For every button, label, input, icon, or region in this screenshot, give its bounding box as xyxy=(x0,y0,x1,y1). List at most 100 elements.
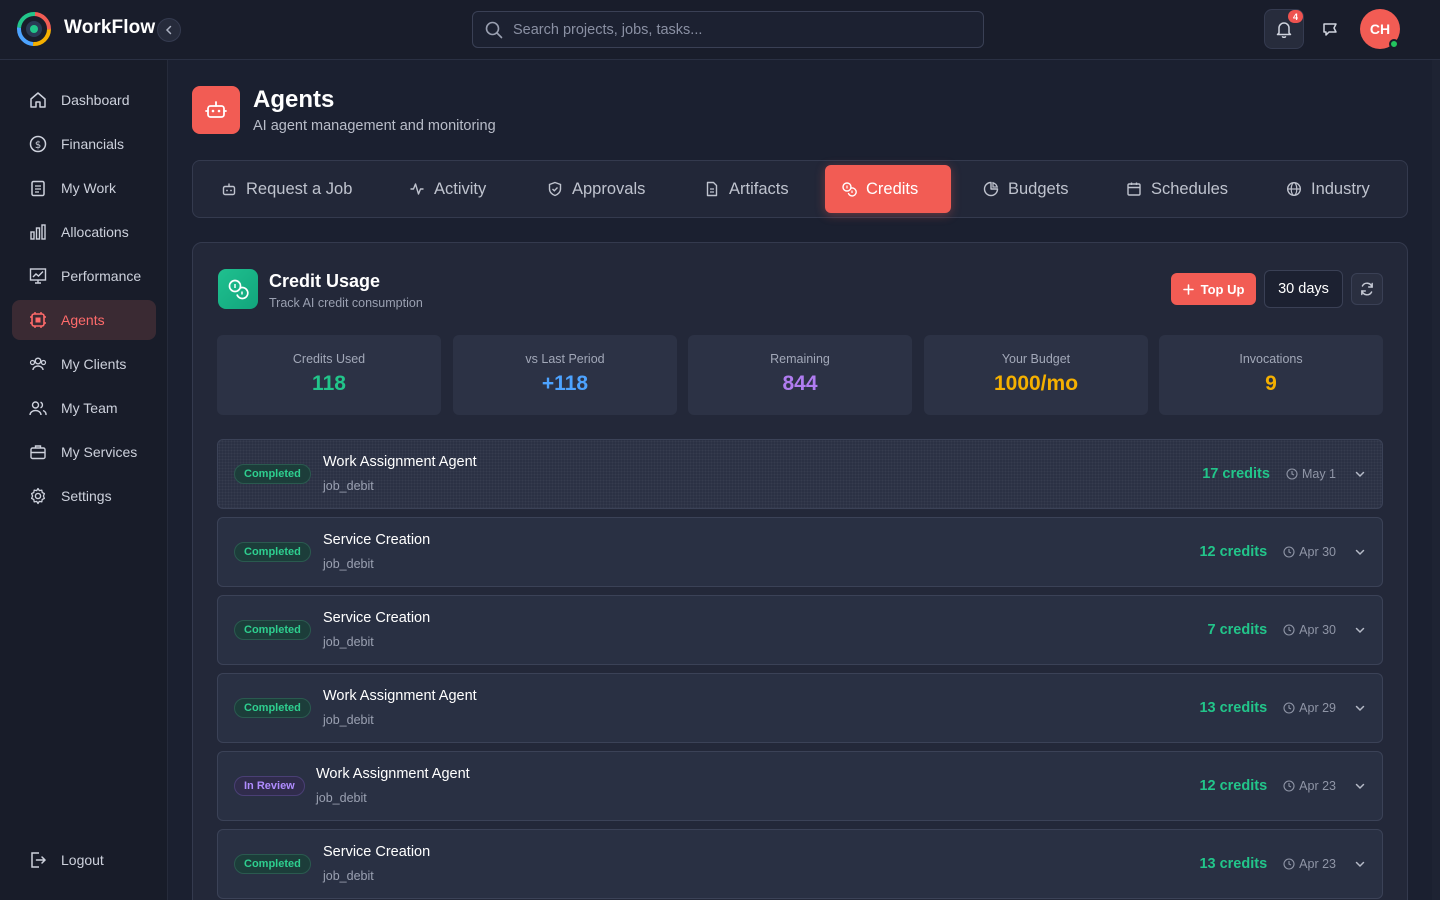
credit-entry-row[interactable]: In Review Work Assignment Agent job_debi… xyxy=(217,751,1383,821)
credit-entry-row[interactable]: Completed Service Creation job_debit 13 … xyxy=(217,829,1383,899)
chevron-down-icon[interactable] xyxy=(1354,624,1366,636)
tab-budgets[interactable]: Budgets xyxy=(967,165,1085,213)
clock-icon xyxy=(1283,702,1295,714)
bot-icon xyxy=(205,101,227,118)
status-badge: Completed xyxy=(234,698,311,718)
sidebar-item-dashboard[interactable]: Dashboard xyxy=(12,80,156,120)
credit-entry-row[interactable]: Completed Service Creation job_debit 12 … xyxy=(217,517,1383,587)
page-title: Agents xyxy=(253,86,335,113)
clipboard-icon xyxy=(31,180,45,197)
tab-schedules[interactable]: Schedules xyxy=(1110,165,1244,213)
bell-icon xyxy=(1276,22,1292,38)
users-icon xyxy=(29,357,47,371)
entry-credits: 12 credits xyxy=(1199,544,1268,560)
refresh-button[interactable] xyxy=(1351,273,1383,305)
collapse-sidebar-button[interactable] xyxy=(157,18,181,42)
online-status-dot xyxy=(1389,39,1399,49)
sidebar-item-my-team[interactable]: My Team xyxy=(12,388,156,428)
stat-label: Remaining xyxy=(770,352,830,366)
calendar-icon xyxy=(1127,182,1141,196)
entry-date: Apr 23 xyxy=(1283,779,1336,793)
sidebar-item-label: Financials xyxy=(61,136,125,152)
sidebar-item-agents[interactable]: Agents xyxy=(12,300,156,340)
chevron-down-icon[interactable] xyxy=(1354,702,1366,714)
sidebar: Dashboard $ Financials My Work Allocatio… xyxy=(0,60,168,900)
home-icon xyxy=(30,92,46,108)
entry-date: Apr 29 xyxy=(1283,701,1336,715)
clock-icon xyxy=(1283,624,1295,636)
pie-icon xyxy=(983,181,999,197)
chevron-down-icon[interactable] xyxy=(1354,546,1366,558)
sidebar-item-label: My Clients xyxy=(61,356,127,372)
credit-entry-row[interactable]: Completed Work Assignment Agent job_debi… xyxy=(217,673,1383,743)
entry-title: Service Creation xyxy=(323,532,431,548)
tab-credits[interactable]: Credits xyxy=(825,165,951,213)
stat-label: Invocations xyxy=(1239,352,1303,366)
tab-request-a-job[interactable]: Request a Job xyxy=(205,165,368,213)
entry-date: Apr 30 xyxy=(1283,623,1336,637)
clock-icon xyxy=(1286,468,1298,480)
entry-type: job_debit xyxy=(323,635,374,649)
feedback-button[interactable] xyxy=(1316,14,1346,44)
entry-type: job_debit xyxy=(323,479,374,493)
clock-icon xyxy=(1283,780,1295,792)
svg-text:$: $ xyxy=(35,140,41,151)
chip-icon xyxy=(30,312,46,328)
entry-credits: 12 credits xyxy=(1199,778,1268,794)
entry-title: Service Creation xyxy=(323,610,431,626)
sidebar-item-my-work[interactable]: My Work xyxy=(12,168,156,208)
chevron-down-icon[interactable] xyxy=(1354,780,1366,792)
entry-meta: 12 credits Apr 23 xyxy=(1199,752,1366,820)
entry-meta: 13 credits Apr 23 xyxy=(1199,830,1366,898)
page-scrollbar[interactable] xyxy=(1432,60,1440,900)
search-icon xyxy=(485,21,503,38)
entry-credits: 7 credits xyxy=(1207,622,1268,638)
team-icon xyxy=(29,401,47,416)
entry-title: Service Creation xyxy=(323,844,431,860)
activity-icon xyxy=(410,183,424,195)
dollar-icon: $ xyxy=(29,135,47,153)
tab-activity[interactable]: Activity xyxy=(393,165,502,213)
entry-title: Work Assignment Agent xyxy=(323,688,477,704)
tab-industry[interactable]: Industry xyxy=(1270,165,1386,213)
workflow-logo-icon[interactable] xyxy=(16,11,52,47)
entry-meta: 13 credits Apr 29 xyxy=(1199,674,1366,742)
chevron-down-icon[interactable] xyxy=(1354,858,1366,870)
entry-meta: 7 credits Apr 30 xyxy=(1208,596,1367,664)
credit-entry-row[interactable]: Completed Service Creation job_debit 7 c… xyxy=(217,595,1383,665)
entry-type: job_debit xyxy=(323,869,374,883)
sidebar-item-my-clients[interactable]: My Clients xyxy=(12,344,156,384)
entry-type: job_debit xyxy=(316,791,367,805)
tab-approvals[interactable]: Approvals xyxy=(531,165,661,213)
status-badge: Completed xyxy=(234,854,311,874)
shield-check-icon xyxy=(548,181,562,197)
tab-artifacts[interactable]: Artifacts xyxy=(688,165,805,213)
gear-icon xyxy=(30,487,46,505)
search-input[interactable] xyxy=(513,21,953,38)
sidebar-item-financials[interactable]: $ Financials xyxy=(12,124,156,164)
coins-icon xyxy=(842,182,857,197)
date-range-select[interactable]: 30 days xyxy=(1264,270,1343,308)
sidebar-item-settings[interactable]: Settings xyxy=(12,476,156,516)
search-bar[interactable] xyxy=(472,11,984,48)
top-header: WorkFlow 4 CH xyxy=(0,0,1440,60)
sidebar-item-performance[interactable]: Performance xyxy=(12,256,156,296)
chevron-left-icon xyxy=(165,25,172,35)
chevron-down-icon[interactable] xyxy=(1354,468,1366,480)
credit-usage-title: Credit Usage xyxy=(269,271,381,291)
stat-credits-used: Credits Used 118 xyxy=(217,335,441,415)
agents-page-icon xyxy=(192,86,240,134)
sidebar-item-label: My Team xyxy=(61,400,118,416)
sidebar-item-my-services[interactable]: My Services xyxy=(12,432,156,472)
stat-label: vs Last Period xyxy=(525,352,605,366)
logout-button[interactable]: Logout xyxy=(12,840,156,880)
top-up-button[interactable]: Top Up xyxy=(1171,273,1256,305)
megaphone-icon xyxy=(1323,23,1337,36)
file-icon xyxy=(706,181,718,197)
agents-tab-bar: Request a Job Activity Approvals Artifac… xyxy=(192,160,1408,218)
sidebar-item-label: Performance xyxy=(61,268,142,284)
sidebar-item-allocations[interactable]: Allocations xyxy=(12,212,156,252)
credit-entry-row[interactable]: Completed Work Assignment Agent job_debi… xyxy=(217,439,1383,509)
sidebar-item-label: Agents xyxy=(61,312,105,328)
bar-chart-icon xyxy=(30,224,46,240)
